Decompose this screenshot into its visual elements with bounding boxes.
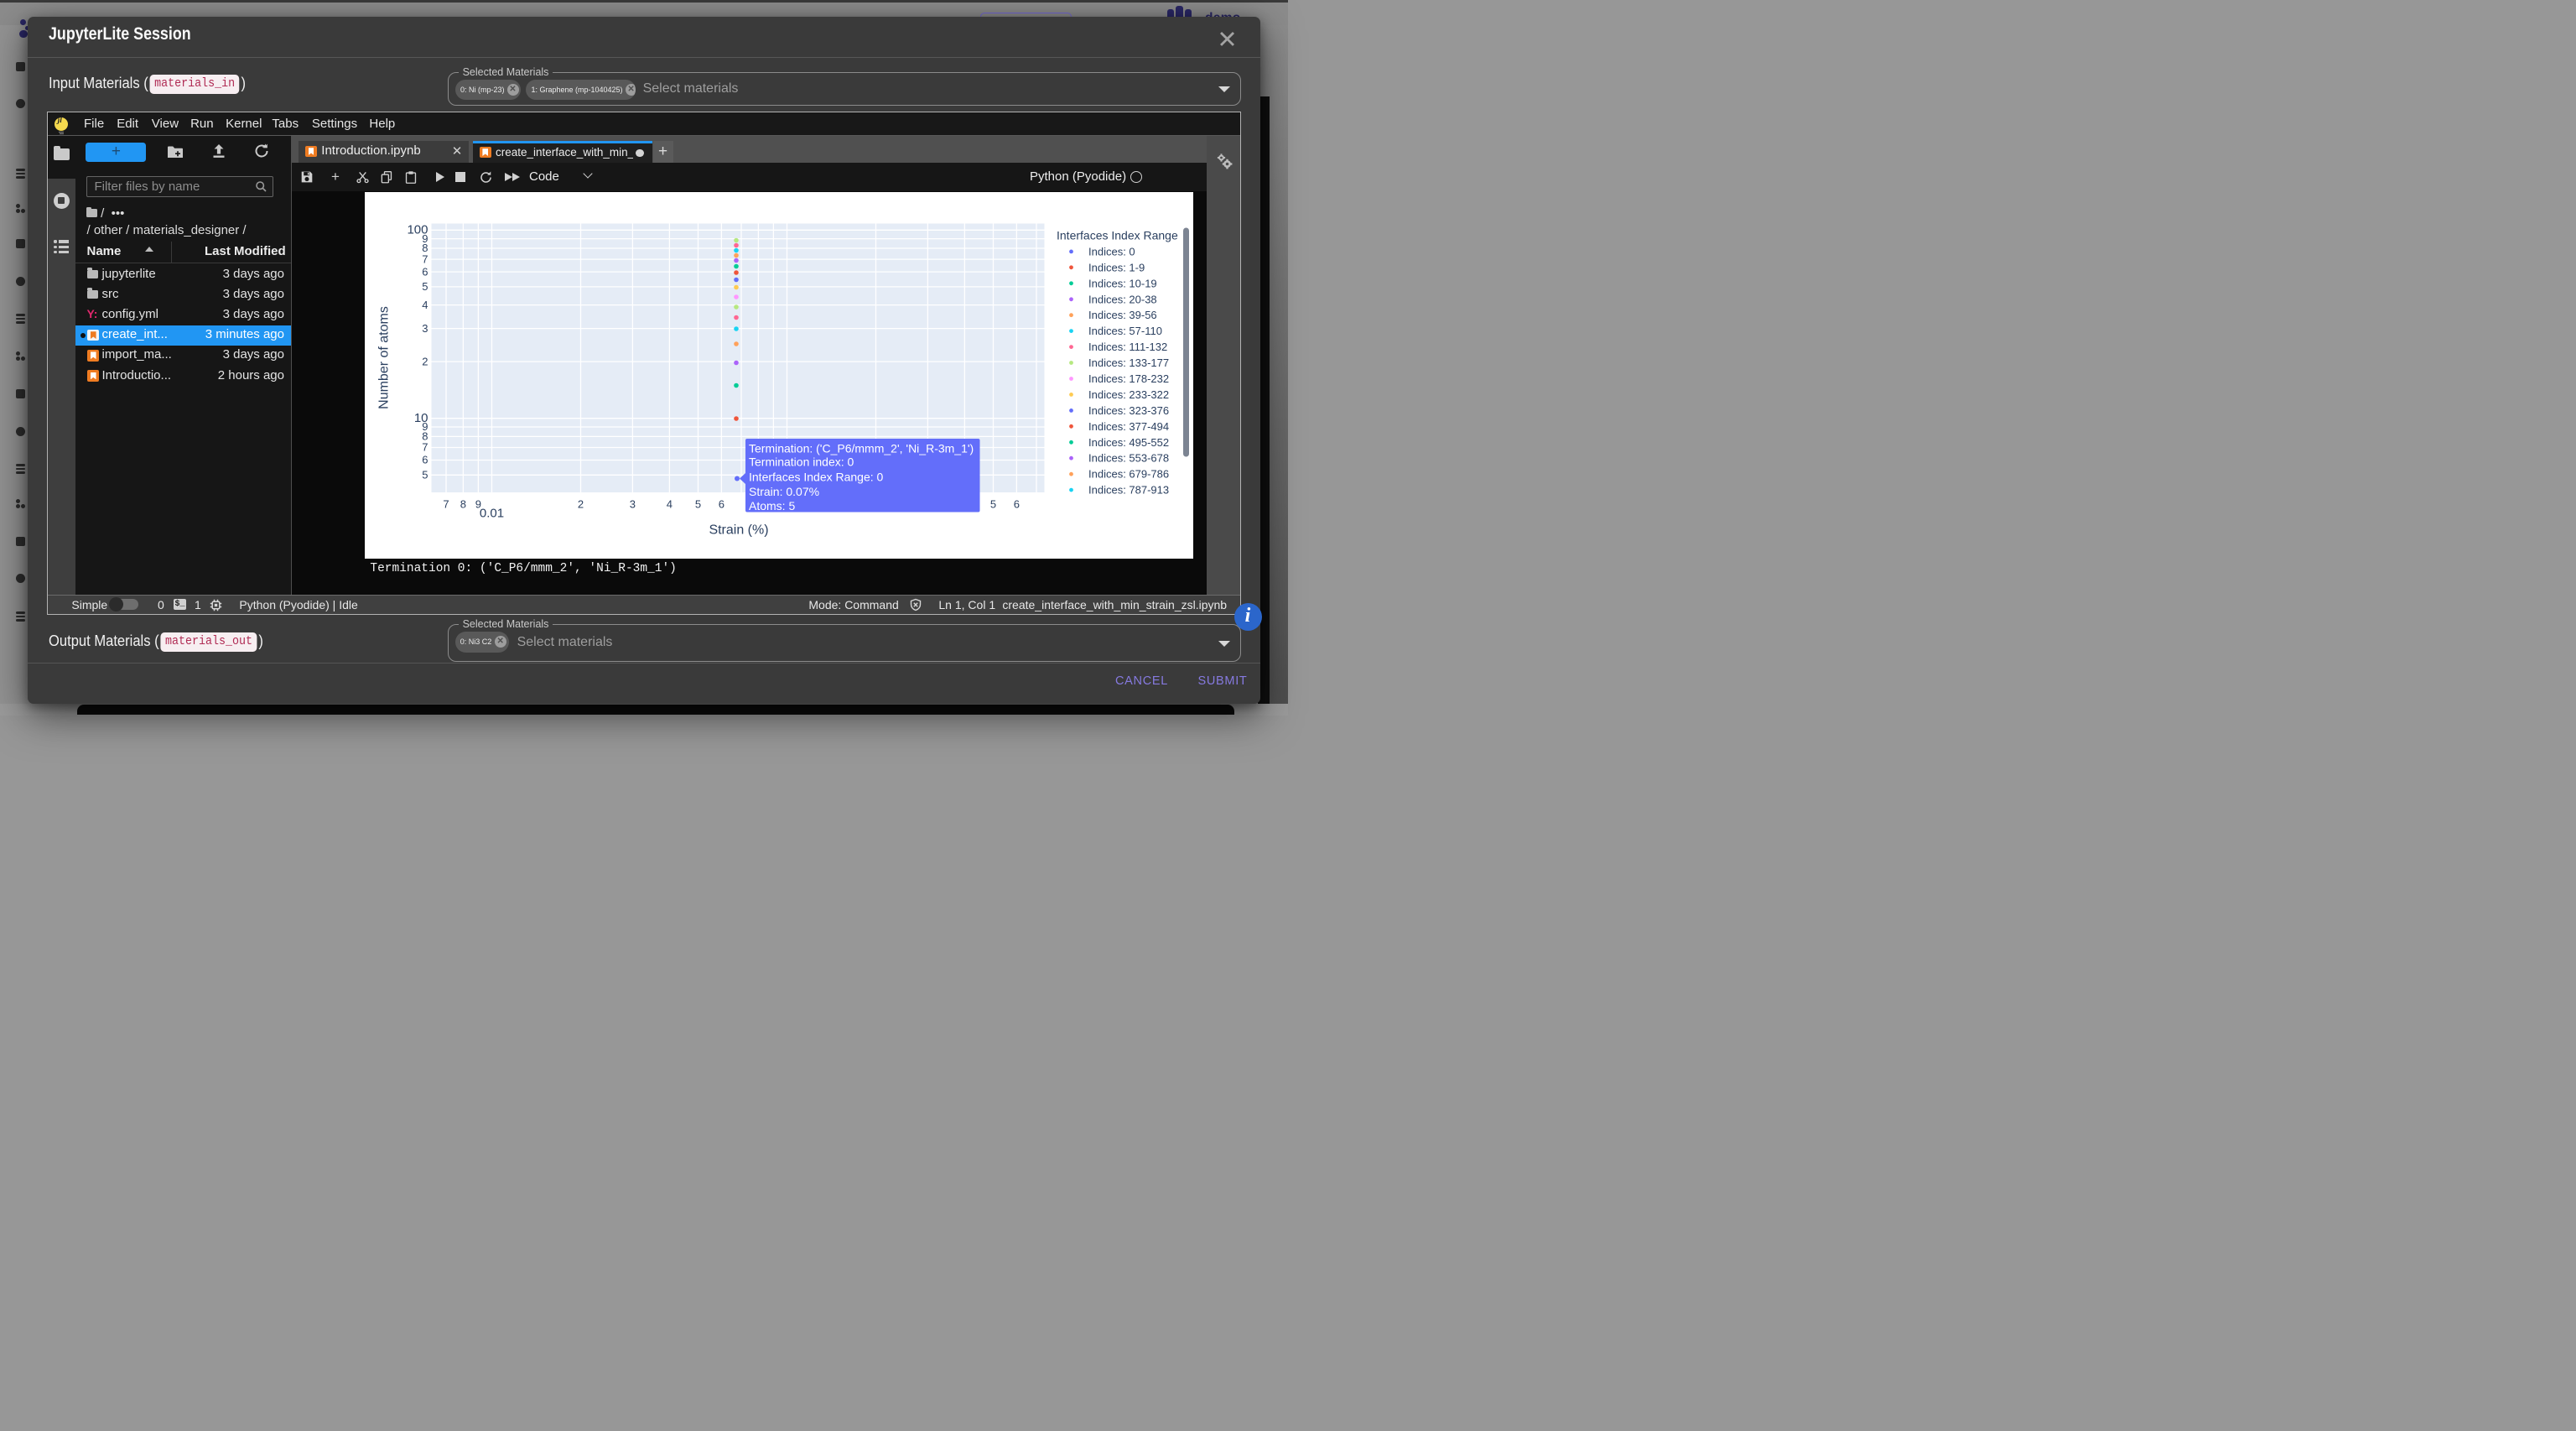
svg-text:7: 7 [422,252,428,265]
svg-text:Number of atoms: Number of atoms [377,306,391,409]
svg-text:Indices: 1-9: Indices: 1-9 [1088,261,1145,273]
svg-text:5: 5 [422,468,428,481]
svg-text:Indices: 233-322: Indices: 233-322 [1088,388,1169,401]
svg-text:7: 7 [422,441,428,454]
svg-text:Termination index: 0: Termination index: 0 [749,455,854,468]
svg-text:Indices: 323-376: Indices: 323-376 [1088,404,1169,417]
svg-text:4: 4 [667,497,673,510]
svg-text:Atoms: 5: Atoms: 5 [749,499,795,513]
svg-text:Indices: 39-56: Indices: 39-56 [1088,309,1157,321]
svg-text:Indices: 178-232: Indices: 178-232 [1088,372,1169,385]
svg-text:5: 5 [695,497,701,510]
svg-text:0.01: 0.01 [480,506,504,520]
svg-text:Indices: 111-132: Indices: 111-132 [1088,341,1167,353]
svg-text:Indices: 57-110: Indices: 57-110 [1088,325,1162,337]
svg-text:Indices: 377-494: Indices: 377-494 [1088,420,1169,433]
svg-text:6: 6 [1014,497,1020,510]
svg-text:Strain (%): Strain (%) [709,523,768,537]
svg-text:Indices: 133-177: Indices: 133-177 [1088,356,1169,369]
svg-text:Indices: 10-19: Indices: 10-19 [1088,277,1157,289]
svg-text:Indices: 679-786: Indices: 679-786 [1088,468,1169,481]
svg-text:Interfaces Index Range: 0: Interfaces Index Range: 0 [749,471,884,484]
svg-text:Termination: ('C_P6/mmm_2', 'N: Termination: ('C_P6/mmm_2', 'Ni_R-3m_1') [749,441,974,455]
svg-text:6: 6 [422,454,428,466]
svg-text:Indices: 553-678: Indices: 553-678 [1088,452,1169,465]
svg-text:Strain: 0.07%: Strain: 0.07% [749,485,819,498]
svg-text:7: 7 [443,497,449,510]
svg-text:3: 3 [630,497,636,510]
svg-text:2: 2 [578,497,584,510]
svg-text:Interfaces Index Range: Interfaces Index Range [1057,228,1178,242]
svg-text:Indices: 0: Indices: 0 [1088,245,1135,258]
svg-text:4: 4 [422,299,428,311]
svg-text:3: 3 [422,322,428,335]
svg-text:5: 5 [990,497,996,510]
svg-text:Indices: 20-38: Indices: 20-38 [1088,293,1157,305]
svg-text:Indices: 787-913: Indices: 787-913 [1088,483,1169,496]
svg-text:5: 5 [422,280,428,293]
svg-text:Indices: 495-552: Indices: 495-552 [1088,436,1169,449]
svg-text:6: 6 [422,265,428,278]
svg-text:2: 2 [422,355,428,367]
svg-text:6: 6 [719,497,724,510]
svg-text:8: 8 [460,497,466,510]
